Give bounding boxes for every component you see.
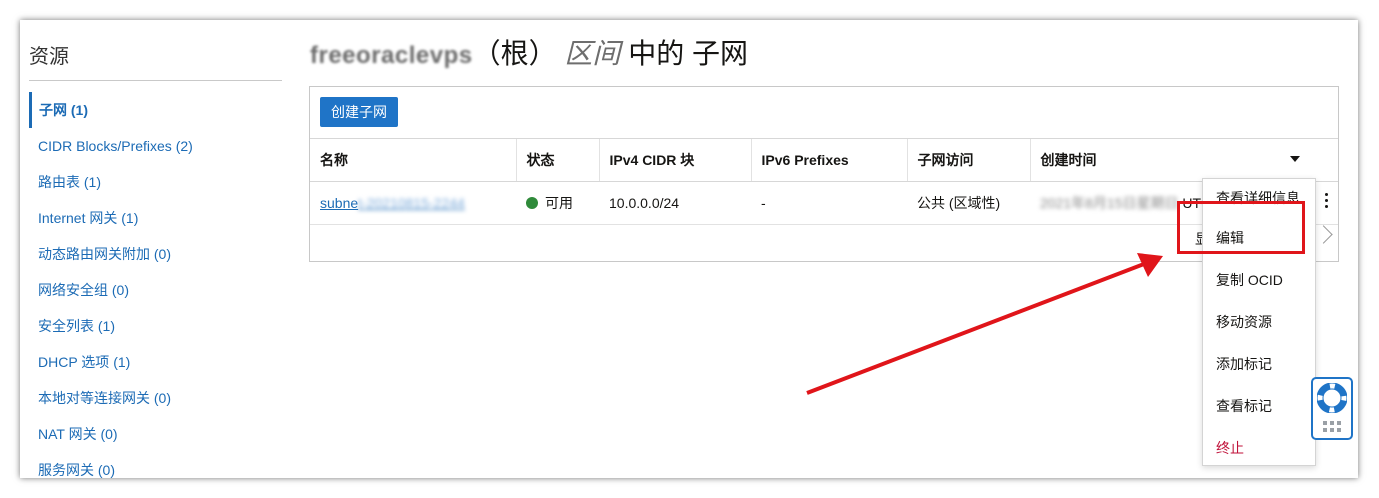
- console-window: 资源 子网 (1) CIDR Blocks/Prefixes (2) 路由表 (…: [20, 20, 1358, 478]
- annotation-arrow: [806, 253, 1163, 395]
